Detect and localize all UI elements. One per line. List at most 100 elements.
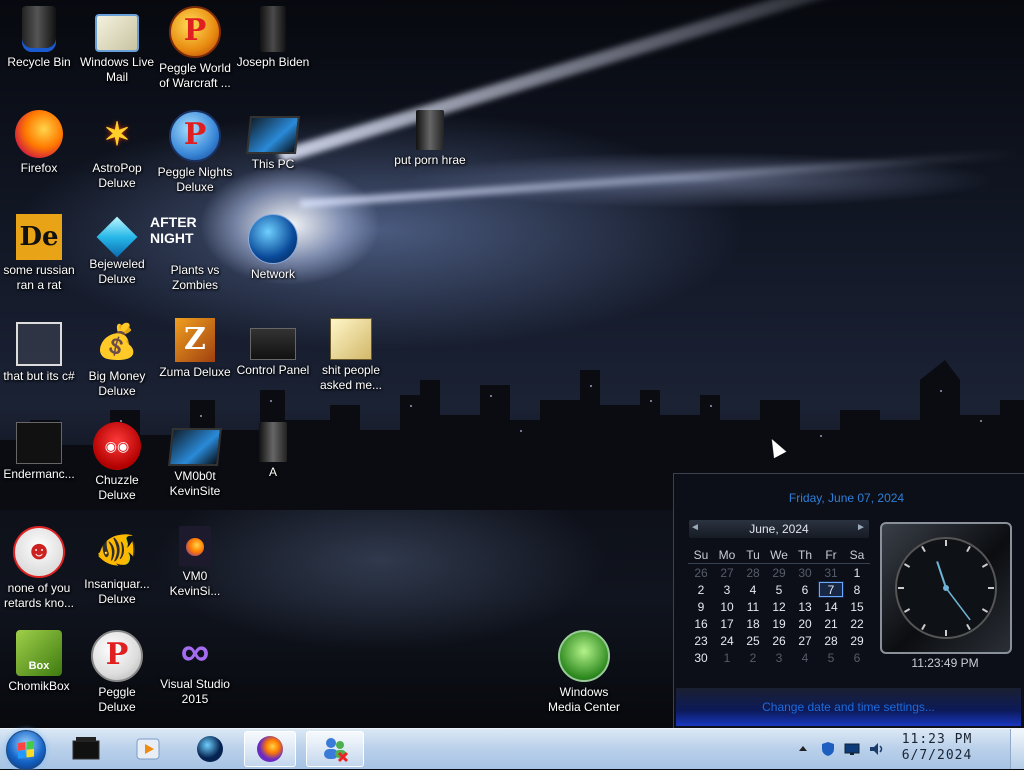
calendar-day[interactable]: 18 xyxy=(740,615,766,632)
desktop-icon-firefox[interactable]: Firefox xyxy=(0,110,78,176)
calendar-day[interactable]: 1 xyxy=(844,564,870,582)
calendar-day[interactable]: 9 xyxy=(688,598,714,615)
desktop-icon-chuzzle[interactable]: ◉◉ Chuzzle Deluxe xyxy=(78,422,156,503)
calendar-day[interactable]: 17 xyxy=(714,615,740,632)
calendar-day[interactable]: 19 xyxy=(766,615,792,632)
calendar-day[interactable]: 2 xyxy=(688,581,714,598)
calendar-day[interactable]: 14 xyxy=(818,598,844,615)
desktop-icon-control-panel[interactable]: Control Panel xyxy=(234,318,312,378)
desktop-icon-vm0b0t-kevinsite[interactable]: VM0b0t KevinSite xyxy=(156,422,234,499)
calendar-day-other-month[interactable]: 1 xyxy=(714,649,740,666)
taskbar-firefox[interactable] xyxy=(244,731,296,767)
calendar-day[interactable]: 15 xyxy=(844,598,870,615)
calendar-day[interactable]: 12 xyxy=(766,598,792,615)
desktop-icon-that-but-its-csharp[interactable]: that but its c# xyxy=(0,318,78,384)
desktop-icon-endermanc[interactable]: Endermanc... xyxy=(0,422,78,482)
calendar-day[interactable]: 6 xyxy=(792,581,818,598)
taskbar-network-users[interactable] xyxy=(306,731,364,767)
desktop-icon-put-porn-hrae[interactable]: put porn hrae xyxy=(390,110,470,168)
calendar-day[interactable]: 21 xyxy=(818,615,844,632)
volume-icon[interactable] xyxy=(868,741,884,757)
calendar-day[interactable]: 30 xyxy=(688,649,714,666)
taskbar-clock[interactable]: 11:23 PM 6/7/2024 xyxy=(893,732,981,764)
desktop-icon-peggle-nights[interactable]: P Peggle Nights Deluxe xyxy=(156,110,234,195)
calendar-day[interactable]: 16 xyxy=(688,615,714,632)
desktop-icon-label: Firefox xyxy=(20,161,58,175)
calendar-day[interactable]: 27 xyxy=(792,632,818,649)
desktop-icon-label: Chuzzle Deluxe xyxy=(95,473,139,502)
calendar-day-other-month[interactable]: 28 xyxy=(740,564,766,582)
firefox-icon xyxy=(257,736,283,762)
calendar-day[interactable]: 3 xyxy=(714,581,740,598)
calendar-day-other-month[interactable]: 31 xyxy=(818,564,844,582)
desktop[interactable]: Recycle Bin Firefox De some russian ran … xyxy=(0,0,1024,728)
network-globe-icon xyxy=(248,214,298,264)
desktop-icon-shit-people-asked[interactable]: shit people asked me... xyxy=(312,318,390,393)
calendar-month-header[interactable]: June, 2024 xyxy=(689,520,869,538)
desktop-icon-label: Visual Studio 2015 xyxy=(160,677,230,706)
taskbar-globe[interactable] xyxy=(184,731,236,767)
desktop-icon-joseph-biden[interactable]: Joseph Biden xyxy=(234,6,312,70)
taskbar-terminal[interactable] xyxy=(60,731,112,767)
calendar-day-other-month[interactable]: 26 xyxy=(688,564,714,582)
desktop-icon-a[interactable]: A xyxy=(234,422,312,480)
calendar-day[interactable]: 10 xyxy=(714,598,740,615)
desktop-icon-insaniquarium[interactable]: 🐠 Insaniquar... Deluxe xyxy=(78,526,156,607)
calendar-day-other-month[interactable]: 3 xyxy=(766,649,792,666)
desktop-icon-this-pc[interactable]: This PC xyxy=(234,110,312,172)
calendar-day[interactable]: 29 xyxy=(844,632,870,649)
calendar-day-other-month[interactable]: 2 xyxy=(740,649,766,666)
calendar-day[interactable]: 24 xyxy=(714,632,740,649)
calendar-day-other-month[interactable]: 29 xyxy=(766,564,792,582)
desktop-icon-some-russian[interactable]: De some russian ran a rat xyxy=(0,214,78,293)
calendar-day[interactable]: 22 xyxy=(844,615,870,632)
desktop-icon-peggle-wow[interactable]: P Peggle World of Warcraft ... xyxy=(156,6,234,91)
desktop-icon-windows-live-mail[interactable]: Windows Live Mail xyxy=(78,6,156,85)
calendar-day[interactable]: 26 xyxy=(766,632,792,649)
peggle-icon: P xyxy=(169,6,221,58)
windows-logo-icon xyxy=(18,740,34,760)
show-desktop-button[interactable] xyxy=(1010,729,1024,769)
desktop-icon-peggle-deluxe[interactable]: P Peggle Deluxe xyxy=(78,630,156,715)
calendar-day[interactable]: 13 xyxy=(792,598,818,615)
calendar-day[interactable]: 23 xyxy=(688,632,714,649)
desktop-icon-bejeweled[interactable]: Bejeweled Deluxe xyxy=(78,214,156,287)
calendar-next-month-button[interactable]: ► xyxy=(856,522,868,536)
desktop-icon-plants-vs-zombies[interactable]: AFTER NIGHT Plants vs Zombies xyxy=(150,214,234,293)
calendar-day-other-month[interactable]: 5 xyxy=(818,649,844,666)
taskbar-media-player[interactable] xyxy=(122,731,174,767)
calendar-day[interactable]: 28 xyxy=(818,632,844,649)
show-hidden-icons-arrow[interactable] xyxy=(797,742,813,758)
calendar-day[interactable]: 25 xyxy=(740,632,766,649)
desktop-icon-big-money[interactable]: 💰 Big Money Deluxe xyxy=(78,318,156,399)
desktop-icon-windows-media-center[interactable]: Windows Media Center xyxy=(545,630,623,715)
desktop-icon-vm0-kevinsi[interactable]: VM0 KevinSi... xyxy=(156,526,234,599)
calendar-date-heading[interactable]: Friday, June 07, 2024 xyxy=(674,491,1019,505)
desktop-icon-astropop[interactable]: ✶ AstroPop Deluxe xyxy=(78,110,156,191)
desktop-icon-network[interactable]: Network xyxy=(234,214,312,282)
calendar-day-other-month[interactable]: 6 xyxy=(844,649,870,666)
desktop-icon-label: Joseph Biden xyxy=(236,55,310,69)
start-button[interactable] xyxy=(6,730,46,770)
desktop-icon-recycle-bin[interactable]: Recycle Bin xyxy=(0,6,78,70)
calendar-day[interactable]: 8 xyxy=(844,581,870,598)
calendar-day-other-month[interactable]: 27 xyxy=(714,564,740,582)
desktop-icon-label: Peggle Deluxe xyxy=(98,685,136,714)
monitor-icon[interactable] xyxy=(844,741,860,757)
calendar-day-selected[interactable]: 7 xyxy=(818,581,844,598)
calendar-day[interactable]: 4 xyxy=(740,581,766,598)
calendar-day[interactable]: 20 xyxy=(792,615,818,632)
calendar-day[interactable]: 11 xyxy=(740,598,766,615)
calendar-week-row: 30 1 2 3 4 5 6 xyxy=(688,649,870,666)
calendar-day-other-month[interactable]: 30 xyxy=(792,564,818,582)
desktop-icon-visual-studio[interactable]: ∞ Visual Studio 2015 xyxy=(156,630,234,707)
desktop-icon-chomikbox[interactable]: Box ChomikBox xyxy=(0,630,78,694)
change-date-time-settings-link[interactable]: Change date and time settings... xyxy=(676,688,1021,726)
calendar-day[interactable]: 5 xyxy=(766,581,792,598)
shield-icon[interactable] xyxy=(820,741,836,757)
calendar-prev-month-button[interactable]: ◄ xyxy=(690,522,702,536)
user-folder-icon xyxy=(260,6,286,52)
calendar-day-other-month[interactable]: 4 xyxy=(792,649,818,666)
desktop-icon-none-of-you[interactable]: ☻ none of you retards kno... xyxy=(0,526,78,611)
desktop-icon-zuma[interactable]: Z Zuma Deluxe xyxy=(156,318,234,380)
